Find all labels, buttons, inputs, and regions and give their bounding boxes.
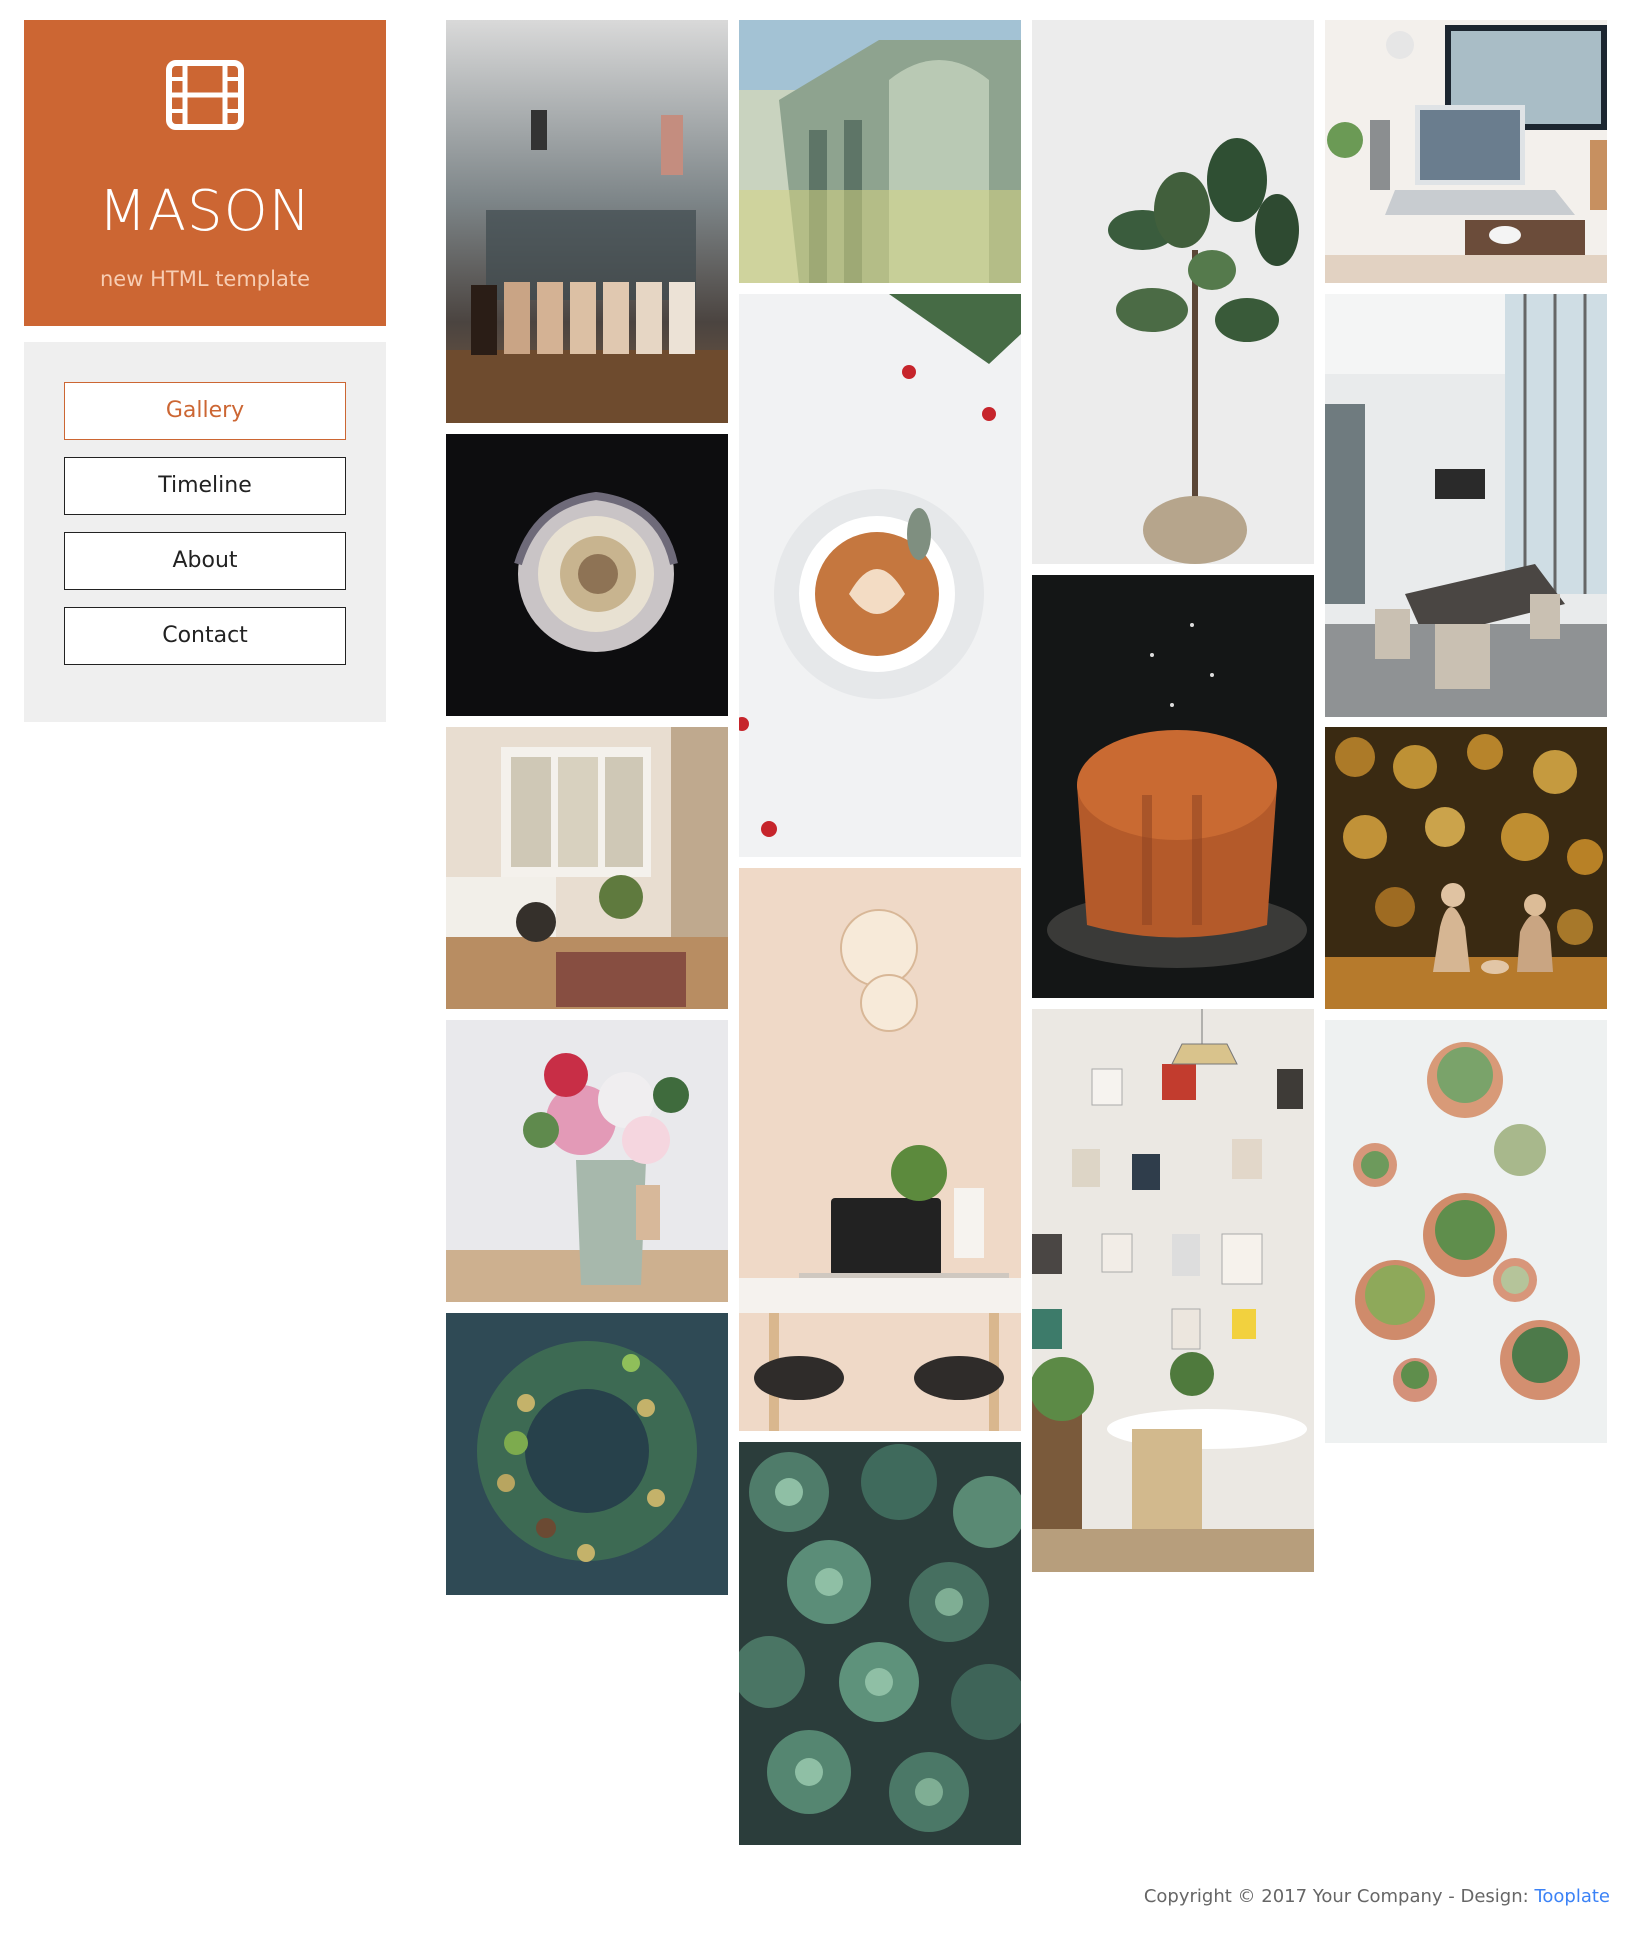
nav-contact-button[interactable]: Contact bbox=[64, 607, 346, 665]
photo-latte-art[interactable] bbox=[739, 294, 1021, 857]
site-tagline: new HTML template bbox=[100, 267, 310, 291]
brand-panel: MASON new HTML template bbox=[24, 20, 386, 326]
site-title: MASON bbox=[98, 179, 312, 244]
photo-sunny-bedroom[interactable] bbox=[446, 727, 728, 1009]
footer-tooplate-link[interactable]: Tooplate bbox=[1534, 1886, 1610, 1907]
nav-gallery-button[interactable]: Gallery bbox=[64, 382, 346, 440]
photo-green-wreath[interactable] bbox=[446, 1313, 728, 1595]
photo-dark-rose[interactable] bbox=[446, 434, 728, 716]
photo-bundt-cake[interactable] bbox=[1032, 575, 1314, 998]
photo-conference-room[interactable] bbox=[1325, 294, 1607, 717]
nav-timeline-button[interactable]: Timeline bbox=[64, 457, 346, 515]
photo-bokeh-figurines[interactable] bbox=[1325, 727, 1607, 1009]
footer-copyright: Copyright © 2017 Your Company - Design: bbox=[1143, 1886, 1529, 1907]
photo-succulents-pattern[interactable] bbox=[739, 1442, 1021, 1845]
photo-potted-succulents[interactable] bbox=[1325, 1020, 1607, 1443]
photo-pink-flower-vase[interactable] bbox=[446, 1020, 728, 1302]
photo-coffee-bar-jars[interactable] bbox=[446, 20, 728, 423]
photo-banknote-building[interactable] bbox=[739, 20, 1021, 283]
nav-about-button[interactable]: About bbox=[64, 532, 346, 590]
footer: Copyright © 2017 Your Company - Design: … bbox=[1144, 1886, 1610, 1907]
main-nav: Gallery Timeline About Contact bbox=[24, 342, 386, 722]
photo-clipboard-wall-dining[interactable] bbox=[1032, 1009, 1314, 1572]
photo-fiddle-leaf-tree[interactable] bbox=[1032, 20, 1314, 564]
photo-desk-laptop-lamp[interactable] bbox=[739, 868, 1021, 1431]
film-icon bbox=[166, 60, 244, 130]
photo-desk-imac-laptop[interactable] bbox=[1325, 20, 1607, 283]
